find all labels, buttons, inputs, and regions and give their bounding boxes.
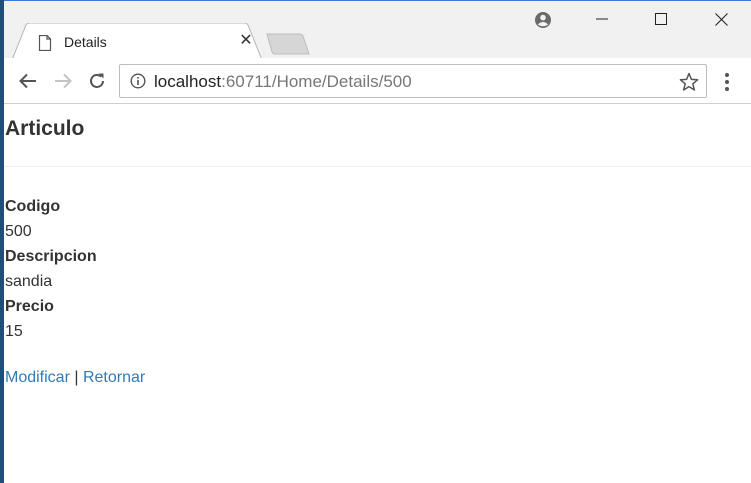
precio-value: 15: [5, 323, 23, 340]
window-close-icon: [714, 12, 728, 26]
page-icon: [38, 35, 52, 51]
link-separator: |: [74, 369, 79, 386]
descripcion-value: sandia: [5, 273, 53, 290]
reload-icon: [90, 73, 104, 88]
back-button[interactable]: [14, 68, 42, 94]
divider: [4, 166, 751, 167]
browser-toolbar: localhost:60711/Home/Details/500: [4, 58, 751, 104]
reload-button[interactable]: [83, 68, 111, 94]
page-title: Articulo: [5, 117, 85, 140]
maximize-button[interactable]: [632, 1, 690, 37]
close-icon[interactable]: ✕: [238, 33, 254, 49]
window-close-button[interactable]: [692, 1, 750, 37]
page-content: Articulo Codigo 500 Descripcion sandia P…: [4, 105, 751, 483]
title-bar: Details ✕: [4, 0, 751, 61]
codigo-value: 500: [5, 223, 32, 240]
tab-details[interactable]: Details ✕: [12, 23, 262, 61]
info-icon[interactable]: [130, 73, 146, 89]
address-bar[interactable]: localhost:60711/Home/Details/500: [119, 64, 707, 98]
minimize-icon: [596, 18, 608, 20]
details-list: Codigo 500 Descripcion sandia Precio 15: [5, 194, 97, 344]
new-tab-button[interactable]: [266, 33, 310, 55]
maximize-icon: [655, 13, 667, 25]
descripcion-label: Descripcion: [5, 248, 97, 265]
back-link[interactable]: Retornar: [83, 369, 145, 386]
codigo-label: Codigo: [5, 198, 61, 215]
forward-button[interactable]: [49, 68, 77, 94]
star-icon[interactable]: [678, 71, 700, 93]
url-text[interactable]: localhost:60711/Home/Details/500: [154, 72, 412, 92]
back-icon: [19, 73, 36, 89]
minimize-button[interactable]: [573, 1, 631, 37]
url-host: localhost: [154, 72, 222, 91]
profile-icon[interactable]: [532, 9, 554, 31]
url-path: :60711/Home/Details/500: [221, 72, 412, 91]
precio-label: Precio: [5, 298, 54, 315]
forward-icon: [55, 73, 72, 89]
edit-link[interactable]: Modificar: [5, 369, 70, 386]
menu-icon[interactable]: [716, 70, 738, 94]
action-links: Modificar | Retornar: [5, 369, 145, 387]
tab-title: Details: [64, 34, 107, 50]
browser-chrome: Details ✕ localhost:60711/Home/Details/5…: [4, 0, 751, 104]
